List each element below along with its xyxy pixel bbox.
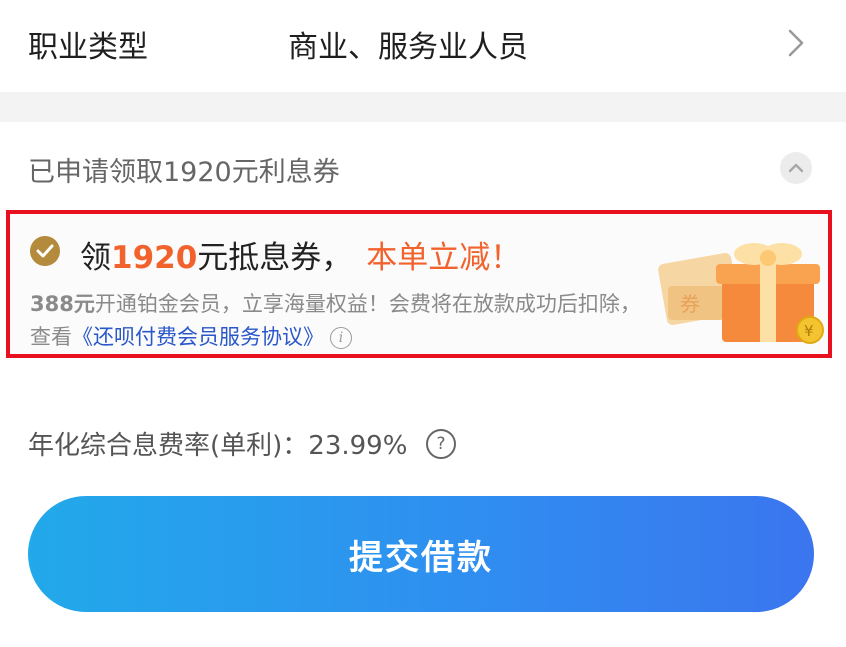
coupon-title-prefix: 领 bbox=[80, 240, 111, 276]
collapse-button[interactable] bbox=[780, 152, 812, 184]
gift-coupon-icon: 券 ¥ bbox=[658, 243, 824, 344]
coupon-title: 领1920元抵息券， 本单立减！ bbox=[80, 232, 521, 277]
submit-loan-label: 提交借款 bbox=[349, 537, 493, 578]
membership-price: 388元 bbox=[30, 292, 95, 316]
info-icon[interactable]: i bbox=[330, 327, 352, 349]
coupon-title-suffix: 元抵息券， bbox=[197, 240, 353, 276]
coupon-promo: 本单立减！ bbox=[366, 240, 522, 276]
coin-glyph: ¥ bbox=[804, 322, 814, 340]
coupon-card[interactable]: 领1920元抵息券， 本单立减！ 388元开通铂金会员，立享海量权益！会费将在放款… bbox=[6, 210, 832, 358]
agreement-link[interactable]: 《还呗付费会员服务协议》 bbox=[72, 325, 324, 349]
occupation-value: 商业、服务业人员 bbox=[288, 30, 528, 65]
submit-loan-button[interactable]: 提交借款 bbox=[28, 496, 814, 612]
coupon-glyph: 券 bbox=[680, 292, 700, 316]
annual-rate-text: 年化综合息费率(单利)：23.99% bbox=[28, 431, 408, 461]
section-divider bbox=[0, 92, 846, 122]
coupon-description: 388元开通铂金会员，立享海量权益！会费将在放款成功后扣除，查看《还呗付费会员服… bbox=[30, 288, 650, 354]
occupation-row[interactable]: 职业类型 商业、服务业人员 bbox=[0, 0, 846, 92]
chevron-right-icon bbox=[788, 29, 804, 57]
coupon-applied-text: 已申请领取1920元利息券 bbox=[28, 157, 340, 188]
occupation-label: 职业类型 bbox=[28, 30, 148, 65]
question-icon[interactable]: ? bbox=[426, 429, 456, 459]
check-circle-icon[interactable] bbox=[30, 236, 60, 266]
coupon-amount: 1920 bbox=[111, 240, 198, 276]
chevron-up-icon bbox=[788, 163, 804, 173]
